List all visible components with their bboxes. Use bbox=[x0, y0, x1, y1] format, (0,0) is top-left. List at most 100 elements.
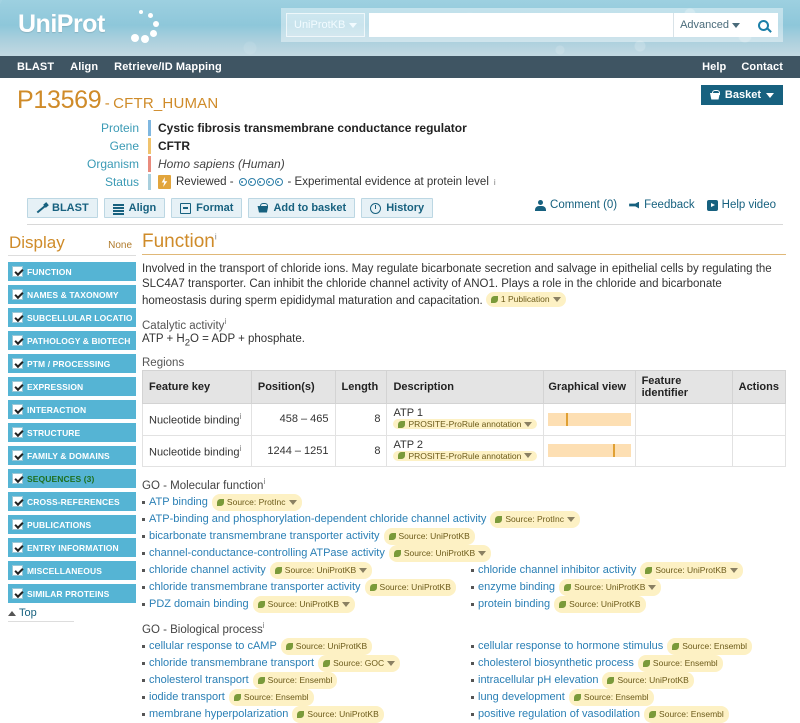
checkbox-icon[interactable] bbox=[12, 450, 23, 461]
go-term-link[interactable]: enzyme binding bbox=[478, 579, 555, 596]
search-input[interactable] bbox=[369, 13, 674, 37]
uniprot-logo[interactable]: UniProt bbox=[18, 10, 105, 39]
go-term-link[interactable]: chloride channel activity bbox=[149, 562, 266, 579]
sidebar-item-entry-information[interactable]: ENTRY INFORMATION bbox=[8, 538, 136, 557]
evidence-source-tag[interactable]: Source: Ensembl bbox=[568, 688, 654, 706]
evidence-source-tag[interactable]: Source: Ensembl bbox=[667, 637, 752, 655]
info-superscript[interactable]: i bbox=[224, 317, 226, 326]
info-superscript[interactable]: i bbox=[263, 621, 265, 630]
feedback-link[interactable]: Feedback bbox=[629, 199, 695, 211]
checkbox-icon[interactable] bbox=[12, 496, 23, 507]
sidebar-item-expression[interactable]: EXPRESSION bbox=[8, 377, 136, 396]
go-term-link[interactable]: chloride transmembrane transport bbox=[149, 655, 314, 672]
nav-item-retrieve-id-mapping[interactable]: Retrieve/ID Mapping bbox=[114, 61, 222, 73]
add-to-basket-button[interactable]: Add to basket bbox=[248, 198, 356, 218]
align-button[interactable]: Align bbox=[103, 198, 166, 218]
field-value-organism[interactable]: Homo sapiens (Human) bbox=[158, 157, 285, 171]
go-term-link[interactable]: bicarbonate transmembrane transporter ac… bbox=[149, 528, 380, 545]
graphical-view-track[interactable] bbox=[548, 444, 631, 458]
back-to-top-link[interactable]: Top bbox=[8, 607, 74, 622]
go-term-link[interactable]: chloride channel inhibitor activity bbox=[478, 562, 636, 579]
evidence-source-tag[interactable]: Source: UniProtKB bbox=[383, 527, 475, 545]
go-term-link[interactable]: cholesterol biosynthetic process bbox=[478, 655, 634, 672]
checkbox-icon[interactable] bbox=[12, 542, 23, 553]
checkbox-icon[interactable] bbox=[12, 588, 23, 599]
evidence-tag[interactable]: 1 Publication bbox=[485, 292, 566, 307]
checkbox-icon[interactable] bbox=[12, 266, 23, 277]
sidebar-item-ptm-processing[interactable]: PTM / PROCESSING bbox=[8, 354, 136, 373]
checkbox-icon[interactable] bbox=[12, 381, 23, 392]
basket-button[interactable]: Basket bbox=[700, 85, 783, 105]
sidebar-item-subcellular-location[interactable]: SUBCELLULAR LOCATION bbox=[8, 308, 136, 327]
checkbox-icon[interactable] bbox=[12, 473, 23, 484]
checkbox-icon[interactable] bbox=[12, 404, 23, 415]
sidebar-item-pathology-biotech[interactable]: PATHOLOGY & BIOTECH bbox=[8, 331, 136, 350]
search-submit-button[interactable] bbox=[748, 13, 778, 37]
info-superscript[interactable]: i bbox=[263, 477, 265, 486]
history-button[interactable]: History bbox=[361, 198, 434, 218]
sidebar-item-family-domains[interactable]: FAMILY & DOMAINS bbox=[8, 446, 136, 465]
checkbox-icon[interactable] bbox=[12, 312, 23, 323]
sidebar-none-link[interactable]: None bbox=[108, 240, 132, 251]
evidence-source-tag[interactable]: Source: UniProtKB bbox=[602, 671, 694, 689]
evidence-source-tag[interactable]: Source: GOC bbox=[318, 654, 401, 672]
evidence-source-tag[interactable]: Source: Ensembl bbox=[252, 671, 338, 689]
go-term-link[interactable]: cholesterol transport bbox=[149, 672, 249, 689]
sidebar-item-sequences-3[interactable]: SEQUENCES (3) bbox=[8, 469, 136, 488]
checkbox-icon[interactable] bbox=[12, 519, 23, 530]
sidebar-item-function[interactable]: FUNCTION bbox=[8, 262, 136, 281]
cell-positions[interactable]: 458 – 465 bbox=[250, 403, 336, 436]
sidebar-item-interaction[interactable]: INTERACTION bbox=[8, 400, 136, 419]
go-term-link[interactable]: chloride transmembrane transporter activ… bbox=[149, 579, 361, 596]
evidence-source-tag[interactable]: Source: UniProtKB bbox=[280, 637, 373, 655]
evidence-tag[interactable]: PROSITE-ProRule annotation bbox=[393, 450, 538, 461]
info-superscript[interactable]: i bbox=[240, 412, 242, 421]
checkbox-icon[interactable] bbox=[12, 565, 23, 576]
go-term-link[interactable]: lung development bbox=[478, 689, 565, 706]
sidebar-item-similar-proteins[interactable]: SIMILAR PROTEINS bbox=[8, 584, 136, 603]
nav-item-contact[interactable]: Contact bbox=[741, 61, 783, 73]
evidence-source-tag[interactable]: Source: ProtInc bbox=[211, 493, 302, 511]
checkbox-icon[interactable] bbox=[12, 427, 23, 438]
graphical-view-track[interactable] bbox=[548, 412, 631, 426]
cell-actions[interactable] bbox=[731, 403, 787, 436]
evidence-source-tag[interactable]: Source: Ensembl bbox=[637, 654, 723, 672]
go-term-link[interactable]: iodide transport bbox=[149, 689, 225, 706]
evidence-source-tag[interactable]: Source: UniProtKB bbox=[269, 561, 373, 579]
format-button[interactable]: Format bbox=[171, 198, 243, 218]
go-term-link[interactable]: positive regulation of vasodilation bbox=[478, 706, 640, 723]
comment-link[interactable]: Comment (0) bbox=[535, 199, 617, 211]
checkbox-icon[interactable] bbox=[12, 335, 23, 346]
cell-actions[interactable] bbox=[731, 434, 787, 468]
blast-button[interactable]: BLAST bbox=[27, 198, 98, 218]
go-term-link[interactable]: intracellular pH elevation bbox=[478, 672, 598, 689]
evidence-source-tag[interactable]: Source: UniProtKB bbox=[252, 595, 356, 613]
evidence-source-tag[interactable]: Source: Ensembl bbox=[644, 705, 729, 723]
go-term-link[interactable]: ATP-binding and phosphorylation-dependen… bbox=[149, 511, 486, 528]
go-term-link[interactable]: cellular response to cAMP bbox=[149, 638, 277, 655]
help-video-link[interactable]: Help video bbox=[706, 199, 776, 211]
search-scope-dropdown[interactable]: UniProtKB bbox=[286, 13, 366, 37]
nav-item-help[interactable]: Help bbox=[702, 61, 726, 73]
sidebar-item-miscellaneous[interactable]: MISCELLANEOUS bbox=[8, 561, 136, 580]
go-term-link[interactable]: channel-conductance-controlling ATPase a… bbox=[149, 545, 385, 562]
sidebar-item-publications[interactable]: PUBLICATIONS bbox=[8, 515, 136, 534]
go-term-link[interactable]: protein binding bbox=[478, 596, 550, 613]
go-term-link[interactable]: cellular response to hormone stimulus bbox=[478, 638, 663, 655]
go-term-link[interactable]: PDZ domain binding bbox=[149, 596, 249, 613]
nav-item-align[interactable]: Align bbox=[70, 61, 98, 73]
evidence-source-tag[interactable]: Source: UniProtKB bbox=[559, 578, 662, 596]
evidence-tag[interactable]: PROSITE-ProRule annotation bbox=[393, 419, 538, 430]
info-superscript[interactable]: i bbox=[240, 444, 242, 453]
go-term-link[interactable]: ATP binding bbox=[149, 494, 208, 511]
info-superscript[interactable]: i bbox=[494, 178, 496, 187]
cell-positions[interactable]: 1244 – 1251 bbox=[250, 434, 336, 468]
evidence-source-tag[interactable]: Source: UniProtKB bbox=[292, 705, 384, 723]
evidence-source-tag[interactable]: Source: UniProtKB bbox=[364, 578, 456, 596]
info-superscript[interactable]: i bbox=[215, 233, 217, 242]
checkbox-icon[interactable] bbox=[12, 289, 23, 300]
nav-item-blast[interactable]: BLAST bbox=[17, 61, 54, 73]
sidebar-item-cross-references[interactable]: CROSS-REFERENCES bbox=[8, 492, 136, 511]
sidebar-item-names-taxonomy[interactable]: NAMES & TAXONOMY bbox=[8, 285, 136, 304]
evidence-source-tag[interactable]: Source: UniProtKB bbox=[554, 595, 646, 613]
